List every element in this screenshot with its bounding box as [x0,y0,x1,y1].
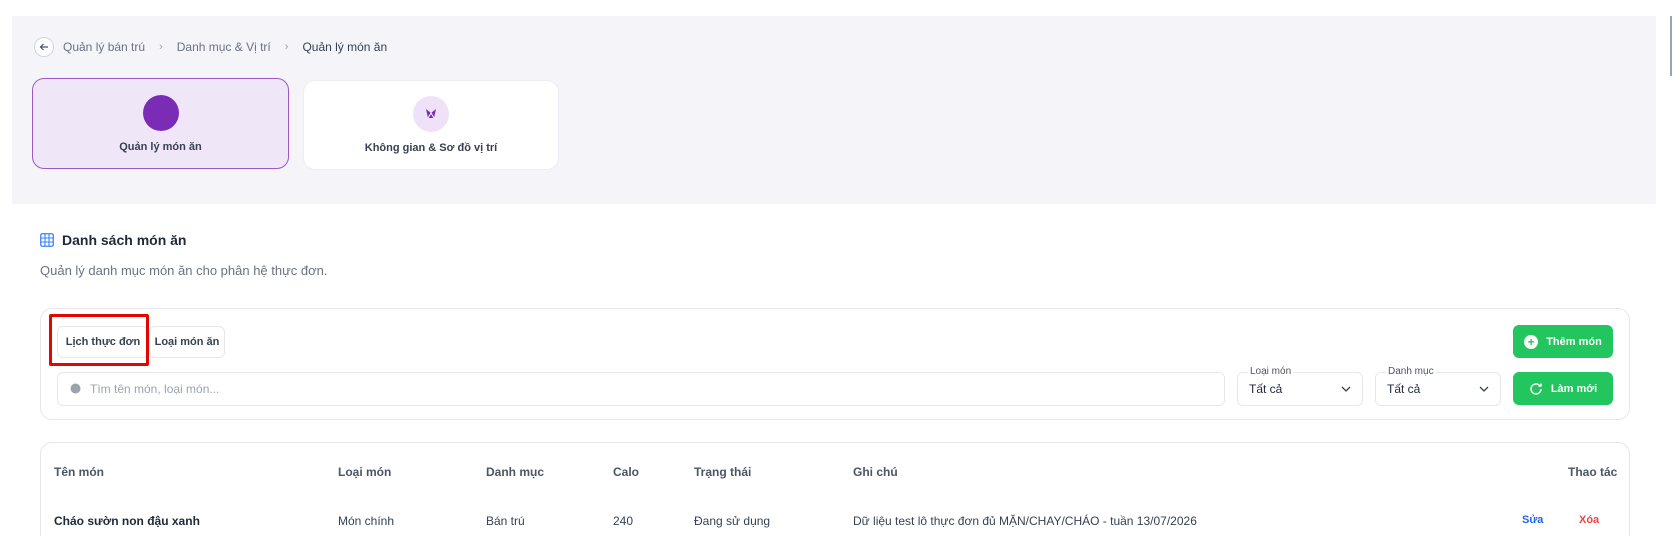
column-header-calo[interactable]: Calo [613,465,639,479]
refresh-label: Làm mới [1550,382,1598,395]
dish-table: Tên món Loại món Danh mục Calo Trạng thá… [40,442,1630,536]
tab-lich-thuc-don[interactable]: Lịch thực đơn [57,326,149,358]
module-card-label: Quản lý món ăn [119,140,202,153]
filter-card: Lịch thực đơn Loại món ăn + Thêm món Loạ… [40,308,1630,420]
type-select-value: Tất cả [1249,382,1283,396]
food-circle-icon [142,94,179,131]
type-select[interactable]: Loại món Tất cả [1237,366,1363,406]
column-header-status[interactable]: Trạng thái [694,465,751,479]
delete-link[interactable]: Xóa [1579,514,1599,526]
breadcrumb: Quản lý bán trú › Danh mục & Vị trí › Qu… [34,37,387,57]
chevron-down-icon [1479,386,1489,392]
refresh-icon [1529,382,1543,396]
category-select-value: Tất cả [1387,382,1421,396]
column-header-note[interactable]: Ghi chú [853,465,898,479]
search-box [57,372,1225,406]
type-select-label: Loại món [1248,366,1294,377]
cell-type: Món chính [338,514,395,528]
module-card-mon-an[interactable]: Quản lý món ăn [32,78,289,169]
column-header-type[interactable]: Loại món [338,465,391,479]
column-header-category[interactable]: Danh mục [486,465,544,479]
cell-name: Cháo sườn non đậu xanh [54,514,200,528]
section-title: Danh sách món ăn [40,232,186,248]
breadcrumb-item-current: Quản lý món ăn [302,40,388,54]
category-select-label: Danh mục [1386,366,1436,377]
tab-loai-mon-an[interactable]: Loại món ăn [149,326,225,358]
section-title-text: Danh sách món ăn [62,232,187,248]
category-select[interactable]: Danh mục Tất cả [1375,366,1501,406]
breadcrumb-item-ban-tru[interactable]: Quản lý bán trú [63,40,145,54]
module-card-label: Không gian & Sơ đồ vị trí [364,142,498,154]
column-header-name[interactable]: Tên món [54,465,104,479]
plus-circle-icon: + [1524,334,1539,349]
refresh-button[interactable]: Làm mới [1513,372,1613,405]
cell-note: Dữ liệu test lô thực đơn đủ MẶN/CHAY/CHÁ… [853,514,1197,528]
table-grid-icon [40,233,54,247]
module-card-khong-gian[interactable]: Không gian & Sơ đồ vị trí [303,80,559,170]
cell-calo: 240 [613,514,634,528]
scrollbar[interactable] [1670,16,1680,76]
add-dish-button[interactable]: + Thêm món [1513,325,1613,358]
map-pin-icon [413,96,449,132]
column-header-actions: Thao tác [1568,465,1618,479]
breadcrumb-item-danh-muc[interactable]: Danh mục & Vị trí [177,40,271,54]
search-input[interactable] [90,382,1190,396]
add-dish-label: Thêm món [1546,335,1602,348]
cell-status: Đang sử dụng [694,514,771,528]
page: Quản lý bán trú › Danh mục & Vị trí › Qu… [0,0,1680,536]
edit-link[interactable]: Sửa [1522,514,1543,526]
search-icon [70,383,81,394]
chevron-right-icon: › [284,41,289,53]
section-subtitle: Quản lý danh mục món ăn cho phân hệ thực… [40,263,328,278]
cell-category: Bán trú [486,514,525,528]
chevron-down-icon [1341,386,1351,392]
back-arrow-icon[interactable] [34,37,54,57]
chevron-right-icon: › [159,41,163,53]
